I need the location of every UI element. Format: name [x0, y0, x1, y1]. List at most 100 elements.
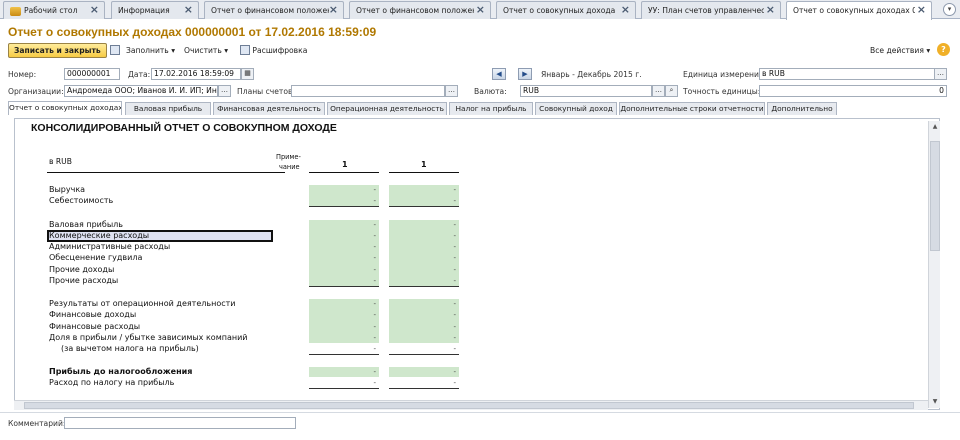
- save-disk-icon[interactable]: [110, 44, 120, 57]
- tab-report[interactable]: Отчет о совокупных доходах: [8, 101, 122, 115]
- precision-field[interactable]: 0: [759, 85, 947, 97]
- vertical-scrollbar[interactable]: ▲ ▼: [928, 121, 940, 408]
- help-icon[interactable]: ?: [937, 43, 950, 56]
- value-cell[interactable]: -: [309, 276, 379, 286]
- value-cell[interactable]: -: [309, 322, 379, 332]
- value-cell[interactable]: -: [389, 185, 459, 195]
- scroll-down-icon[interactable]: ▼: [930, 397, 940, 407]
- row-label[interactable]: Прочие доходы: [49, 265, 114, 274]
- value-cell[interactable]: -: [389, 344, 459, 354]
- header-underline: [47, 172, 285, 173]
- row-label[interactable]: Выручка: [49, 185, 85, 194]
- tab-information[interactable]: Информация ×: [111, 1, 199, 19]
- value-cell[interactable]: -: [309, 299, 379, 309]
- report-sheet[interactable]: КОНСОЛИДИРОВАННЫЙ ОТЧЕТ О СОВОКУПНОМ ДОХ…: [14, 118, 940, 410]
- search-icon[interactable]: ⌕: [665, 85, 678, 97]
- row-label[interactable]: Результаты от операционной деятельности: [49, 299, 235, 308]
- row-label[interactable]: Валовая прибыль: [49, 220, 123, 229]
- scroll-thumb[interactable]: [24, 402, 914, 409]
- value-cell[interactable]: -: [309, 367, 379, 377]
- close-icon[interactable]: ×: [90, 4, 99, 16]
- number-field[interactable]: 000000001: [64, 68, 120, 80]
- value-cell[interactable]: -: [309, 196, 379, 206]
- tab-additional[interactable]: Дополнительно: [767, 102, 837, 115]
- value-cell[interactable]: -: [309, 242, 379, 252]
- row-label[interactable]: Коммерческие расходы: [49, 231, 149, 240]
- tab-chart-of-accounts[interactable]: УУ: План счетов управленчес... ×: [641, 1, 781, 19]
- value-cell[interactable]: -: [389, 333, 459, 343]
- row-label[interactable]: Расход по налогу на прибыль: [49, 378, 174, 387]
- value-cell[interactable]: -: [309, 231, 379, 241]
- close-icon[interactable]: ×: [621, 4, 630, 16]
- close-icon[interactable]: ×: [184, 4, 193, 16]
- tab-additional-lines[interactable]: Дополнительные строки отчетности: [619, 102, 765, 115]
- row-label[interactable]: Финансовые расходы: [49, 322, 140, 331]
- value-cell[interactable]: -: [389, 276, 459, 286]
- value-cell[interactable]: -: [389, 220, 459, 230]
- value-cell[interactable]: -: [309, 310, 379, 320]
- scroll-up-icon[interactable]: ▲: [930, 122, 940, 132]
- close-icon[interactable]: ×: [329, 4, 338, 16]
- value-cell[interactable]: -: [309, 344, 379, 354]
- value-cell[interactable]: -: [309, 265, 379, 275]
- currency-field[interactable]: RUB: [520, 85, 652, 97]
- decode-button[interactable]: Расшифровка: [240, 44, 307, 57]
- tab-fin-position-2[interactable]: Отчет о финансовом положени... ×: [349, 1, 491, 19]
- scroll-thumb[interactable]: [930, 141, 940, 251]
- row-label[interactable]: Прибыль до налогообложения: [49, 367, 192, 376]
- close-icon[interactable]: ×: [917, 4, 926, 16]
- value-cell[interactable]: -: [309, 185, 379, 195]
- fill-menu-button[interactable]: Заполнить ▾: [126, 44, 175, 57]
- value-cell[interactable]: -: [389, 242, 459, 252]
- tab-income-tax[interactable]: Налог на прибыль: [449, 102, 533, 115]
- value-cell[interactable]: -: [309, 378, 379, 388]
- clear-menu-button[interactable]: Очистить ▾: [184, 44, 228, 57]
- row-label[interactable]: Обесценение гудвила: [49, 253, 142, 262]
- all-actions-menu[interactable]: Все действия ▾: [870, 44, 930, 57]
- horizontal-scrollbar[interactable]: [14, 400, 928, 410]
- period-prev-button[interactable]: ◀: [492, 68, 506, 80]
- unit-select-button[interactable]: …: [934, 68, 947, 80]
- value-cell[interactable]: -: [309, 333, 379, 343]
- save-and-close-button[interactable]: Записать и закрыть: [8, 43, 107, 58]
- tab-total-income[interactable]: Совокупный доход: [535, 102, 617, 115]
- value-cell[interactable]: -: [309, 253, 379, 263]
- date-field[interactable]: 17.02.2016 18:59:09: [151, 68, 241, 80]
- value-cell[interactable]: -: [389, 378, 459, 388]
- tab-comprehensive-income-active[interactable]: Отчет о совокупных доходах 0... ×: [786, 1, 932, 20]
- tab-comprehensive-income-1[interactable]: Отчет о совокупных доходах ×: [496, 1, 636, 19]
- period-next-button[interactable]: ▶: [518, 68, 532, 80]
- comment-field[interactable]: [64, 417, 296, 429]
- total-underline: [389, 206, 459, 207]
- calendar-icon[interactable]: ▦: [241, 68, 254, 80]
- account-plans-field[interactable]: [291, 85, 445, 97]
- value-cell[interactable]: -: [389, 299, 459, 309]
- row-label[interactable]: Финансовые доходы: [49, 310, 136, 319]
- value-cell[interactable]: -: [389, 322, 459, 332]
- row-label[interactable]: Прочие расходы: [49, 276, 118, 285]
- value-cell[interactable]: -: [389, 265, 459, 275]
- value-cell[interactable]: -: [389, 367, 459, 377]
- close-icon[interactable]: ×: [476, 4, 485, 16]
- value-cell[interactable]: -: [389, 196, 459, 206]
- value-cell[interactable]: -: [389, 253, 459, 263]
- tab-fin-position-1[interactable]: Отчет о финансовом положении ×: [204, 1, 344, 19]
- unit-field[interactable]: в RUB: [759, 68, 935, 80]
- tab-gross-profit[interactable]: Валовая прибыль: [125, 102, 211, 115]
- tab-operating-activity[interactable]: Операционная деятельность: [327, 102, 447, 115]
- row-label[interactable]: Административные расходы: [49, 242, 170, 251]
- organizations-field[interactable]: Андромеда ООО; Иванов И. И. ИП; Интер ··…: [64, 85, 218, 97]
- currency-select-button[interactable]: …: [652, 85, 665, 97]
- tab-financial-activity[interactable]: Финансовая деятельность: [213, 102, 325, 115]
- row-label[interactable]: Доля в прибыли / убытке зависимых компан…: [49, 333, 247, 342]
- value-cell[interactable]: -: [389, 310, 459, 320]
- close-icon[interactable]: ×: [766, 4, 775, 16]
- organizations-select-button[interactable]: …: [218, 85, 231, 97]
- value-cell[interactable]: -: [389, 231, 459, 241]
- row-label[interactable]: Себестоимость: [49, 196, 113, 205]
- tabs-dropdown-icon[interactable]: ▾: [943, 3, 956, 16]
- tab-desktop[interactable]: Рабочий стол ×: [3, 1, 105, 19]
- account-plans-select-button[interactable]: …: [445, 85, 458, 97]
- value-cell[interactable]: -: [309, 220, 379, 230]
- row-label[interactable]: (за вычетом налога на прибыль): [61, 344, 199, 353]
